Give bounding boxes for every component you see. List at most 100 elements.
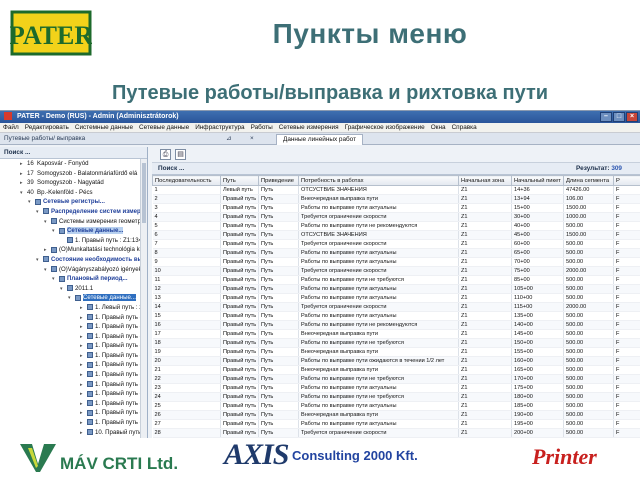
column-header[interactable]: Приведение	[258, 175, 299, 186]
column-header[interactable]: Путь	[220, 175, 259, 186]
tab-linear-works-data[interactable]: Данные линейных работ	[276, 134, 364, 145]
expand-right-icon[interactable]: ▸	[80, 390, 87, 399]
table-row[interactable]: 9 Правый путь Путь Работы по выправке пути …	[152, 257, 640, 267]
table-row[interactable]: 28 Правый путь Путь Требуется ограничение с…	[152, 428, 640, 438]
tree-item[interactable]: ▾ Плановый период...	[0, 274, 147, 284]
table-row[interactable]: 16 Правый путь Путь Работы по выправке пути…	[152, 320, 640, 330]
column-header[interactable]: P	[613, 175, 640, 186]
grid-search[interactable]: Поиск ...	[158, 163, 184, 175]
table-row[interactable]: 17 Правый путь Путь Внеочередная выправка п…	[152, 329, 640, 339]
expand-right-icon[interactable]: ▸	[80, 429, 87, 438]
export-icon[interactable]: ▤	[175, 149, 186, 160]
tree-item[interactable]: ▾ Сетевые регистры...	[0, 197, 147, 207]
print-icon[interactable]: ⎙	[160, 149, 171, 160]
tree-item[interactable]: 1. Правый путь : Z1:13<	[0, 236, 147, 246]
expand-right-icon[interactable]: ▸	[80, 342, 87, 351]
tree-item[interactable]: ▸ 1. Правый путь -	[0, 399, 147, 409]
menu-item[interactable]: Окна	[431, 124, 446, 131]
menu-item[interactable]: Работы	[251, 124, 273, 131]
expand-down-icon[interactable]: ▾	[44, 218, 51, 227]
tree-item[interactable]: ▾ (O)Vágányszabályozó igények	[0, 265, 147, 275]
menu-item[interactable]: Системные данные	[75, 124, 133, 131]
tree-item[interactable]: ▸ 16 Kaposvár - Fonyód	[0, 159, 147, 169]
tab-track-works[interactable]: Путевые работы/ выправка ⊿ ×	[0, 133, 262, 145]
expand-right-icon[interactable]: ▸	[80, 381, 87, 390]
menu-item[interactable]: Файл	[3, 124, 19, 131]
column-header[interactable]: Потребность в работах	[298, 175, 459, 186]
tree-item[interactable]: ▾ 2011.1	[0, 284, 147, 294]
expand-right-icon[interactable]: ▸	[80, 419, 87, 428]
table-row[interactable]: 18 Правый путь Путь Работы по выправке пути…	[152, 338, 640, 348]
table-row[interactable]: 1 Левый путь Путь ОТСУСТВИЕ ЗНАЧЕНИЯ Z1 14+36…	[152, 185, 640, 195]
tree-item[interactable]: ▸ 1. Правый путь -	[0, 408, 147, 418]
tree-item[interactable]: ▸ 1. Правый путь -	[0, 341, 147, 351]
tree-item[interactable]: ▸ 1. Правый путь -	[0, 389, 147, 399]
column-header[interactable]: Последовательность	[152, 175, 221, 186]
table-row[interactable]: 25 Правый путь Путь Работы по выправке пути…	[152, 401, 640, 411]
tree-item[interactable]: ▾ Состояние необходимость высо	[0, 255, 147, 265]
table-row[interactable]: 8 Правый путь Путь Работы по выправке пути …	[152, 248, 640, 258]
menu-item[interactable]: Графическое изображение	[345, 124, 425, 131]
close-pane-icon[interactable]: ×	[250, 133, 254, 145]
tree-item[interactable]: ▾ Системы измерения геометрии	[0, 217, 147, 227]
expand-down-icon[interactable]: ▾	[68, 294, 75, 303]
table-row[interactable]: 23 Правый путь Путь Работы по выправке пути…	[152, 383, 640, 393]
expand-right-icon[interactable]: ▸	[80, 323, 87, 332]
menu-item[interactable]: Инфраструктура	[195, 124, 244, 131]
expand-right-icon[interactable]: ▸	[80, 314, 87, 323]
tree-item[interactable]: ▾ Распределение систем измерен	[0, 207, 147, 217]
table-row[interactable]: 13 Правый путь Путь Работы по выправке пути…	[152, 293, 640, 303]
maximize-button[interactable]: □	[613, 112, 625, 122]
table-row[interactable]: 26 Правый путь Путь Внеочередная выправка п…	[152, 410, 640, 420]
table-row[interactable]: 4 Правый путь Путь Требуется ограничение ск…	[152, 212, 640, 222]
tree-item[interactable]: ▸ 1. Правый путь -	[0, 351, 147, 361]
expand-down-icon[interactable]: ▾	[20, 189, 27, 198]
table-row[interactable]: 27 Правый путь Путь Работы по выправке пути…	[152, 419, 640, 429]
tree-item[interactable]: ▸ 39 Somogyszob - Nagyatád	[0, 178, 147, 188]
expand-right-icon[interactable]: ▸	[20, 179, 27, 188]
minimize-button[interactable]: –	[600, 112, 612, 122]
pin-icon[interactable]: ⊿	[226, 133, 231, 145]
expand-down-icon[interactable]: ▾	[28, 198, 35, 207]
expand-right-icon[interactable]: ▸	[44, 246, 51, 255]
table-row[interactable]: 3 Правый путь Путь Работы по выправке пути …	[152, 203, 640, 213]
tree-item[interactable]: ▾ Сетевые данные...	[0, 293, 147, 303]
table-row[interactable]: 20 Правый путь Путь Работы по выправке пути…	[152, 356, 640, 366]
table-row[interactable]: 2 Правый путь Путь Внеочередная выправка пу…	[152, 194, 640, 204]
expand-down-icon[interactable]: ▾	[60, 285, 67, 294]
expand-right-icon[interactable]: ▸	[80, 333, 87, 342]
tree-item[interactable]: ▸ 1. Правый путь -	[0, 360, 147, 370]
table-row[interactable]: 14 Правый путь Путь Требуется ограничение с…	[152, 302, 640, 312]
table-row[interactable]: 12 Правый путь Путь Работы по выправке пути…	[152, 284, 640, 294]
table-row[interactable]: 11 Правый путь Путь Работы по выправке пути…	[152, 275, 640, 285]
menu-item[interactable]: Редактировать	[25, 124, 69, 131]
tree-scrollbar[interactable]	[140, 159, 147, 438]
tree-item[interactable]: ▸ 1. Правый путь -	[0, 370, 147, 380]
table-row[interactable]: 21 Правый путь Путь Внеочередная выправка п…	[152, 365, 640, 375]
expand-right-icon[interactable]: ▸	[80, 304, 87, 313]
expand-down-icon[interactable]: ▾	[36, 208, 43, 217]
menu-item[interactable]: Справка	[452, 124, 477, 131]
close-button[interactable]: ×	[626, 112, 638, 122]
expand-down-icon[interactable]: ▾	[36, 256, 43, 265]
expand-right-icon[interactable]: ▸	[80, 361, 87, 370]
tree-item[interactable]: ▸ 10. Правый путь	[0, 428, 147, 438]
table-row[interactable]: 10 Правый путь Путь Требуется ограничение с…	[152, 266, 640, 276]
column-header[interactable]: Начальная зона	[458, 175, 512, 186]
tree-item[interactable]: ▸ 1. Правый путь -	[0, 380, 147, 390]
table-row[interactable]: 24 Правый путь Путь Работы по выправке пути…	[152, 392, 640, 402]
tree-item[interactable]: ▸ 1. Правый путь -	[0, 313, 147, 323]
table-row[interactable]: 15 Правый путь Путь Работы по выправке пути…	[152, 311, 640, 321]
tree-item[interactable]: ▾ 40 Bp.-Kelenföld - Pécs	[0, 188, 147, 198]
tree-item[interactable]: ▸ 17 Somogyszob - Balatonmáriafürdő elá	[0, 169, 147, 179]
menu-item[interactable]: Сетевые измерения	[279, 124, 339, 131]
table-row[interactable]: 6 Правый путь Путь ОТСУСТВИЕ ЗНАЧЕНИЯ Z1 45+0…	[152, 230, 640, 240]
expand-right-icon[interactable]: ▸	[80, 400, 87, 409]
expand-right-icon[interactable]: ▸	[80, 352, 87, 361]
tree-item[interactable]: ▸ 1. Правый путь -	[0, 332, 147, 342]
tree-item[interactable]: ▾ Сетевые данные...	[0, 226, 147, 236]
tree-scroll-thumb[interactable]	[142, 163, 146, 223]
column-header[interactable]: Длина сегмента	[563, 175, 614, 186]
tree-item[interactable]: ▸ 1. Левый путь : 2	[0, 303, 147, 313]
expand-right-icon[interactable]: ▸	[80, 409, 87, 418]
